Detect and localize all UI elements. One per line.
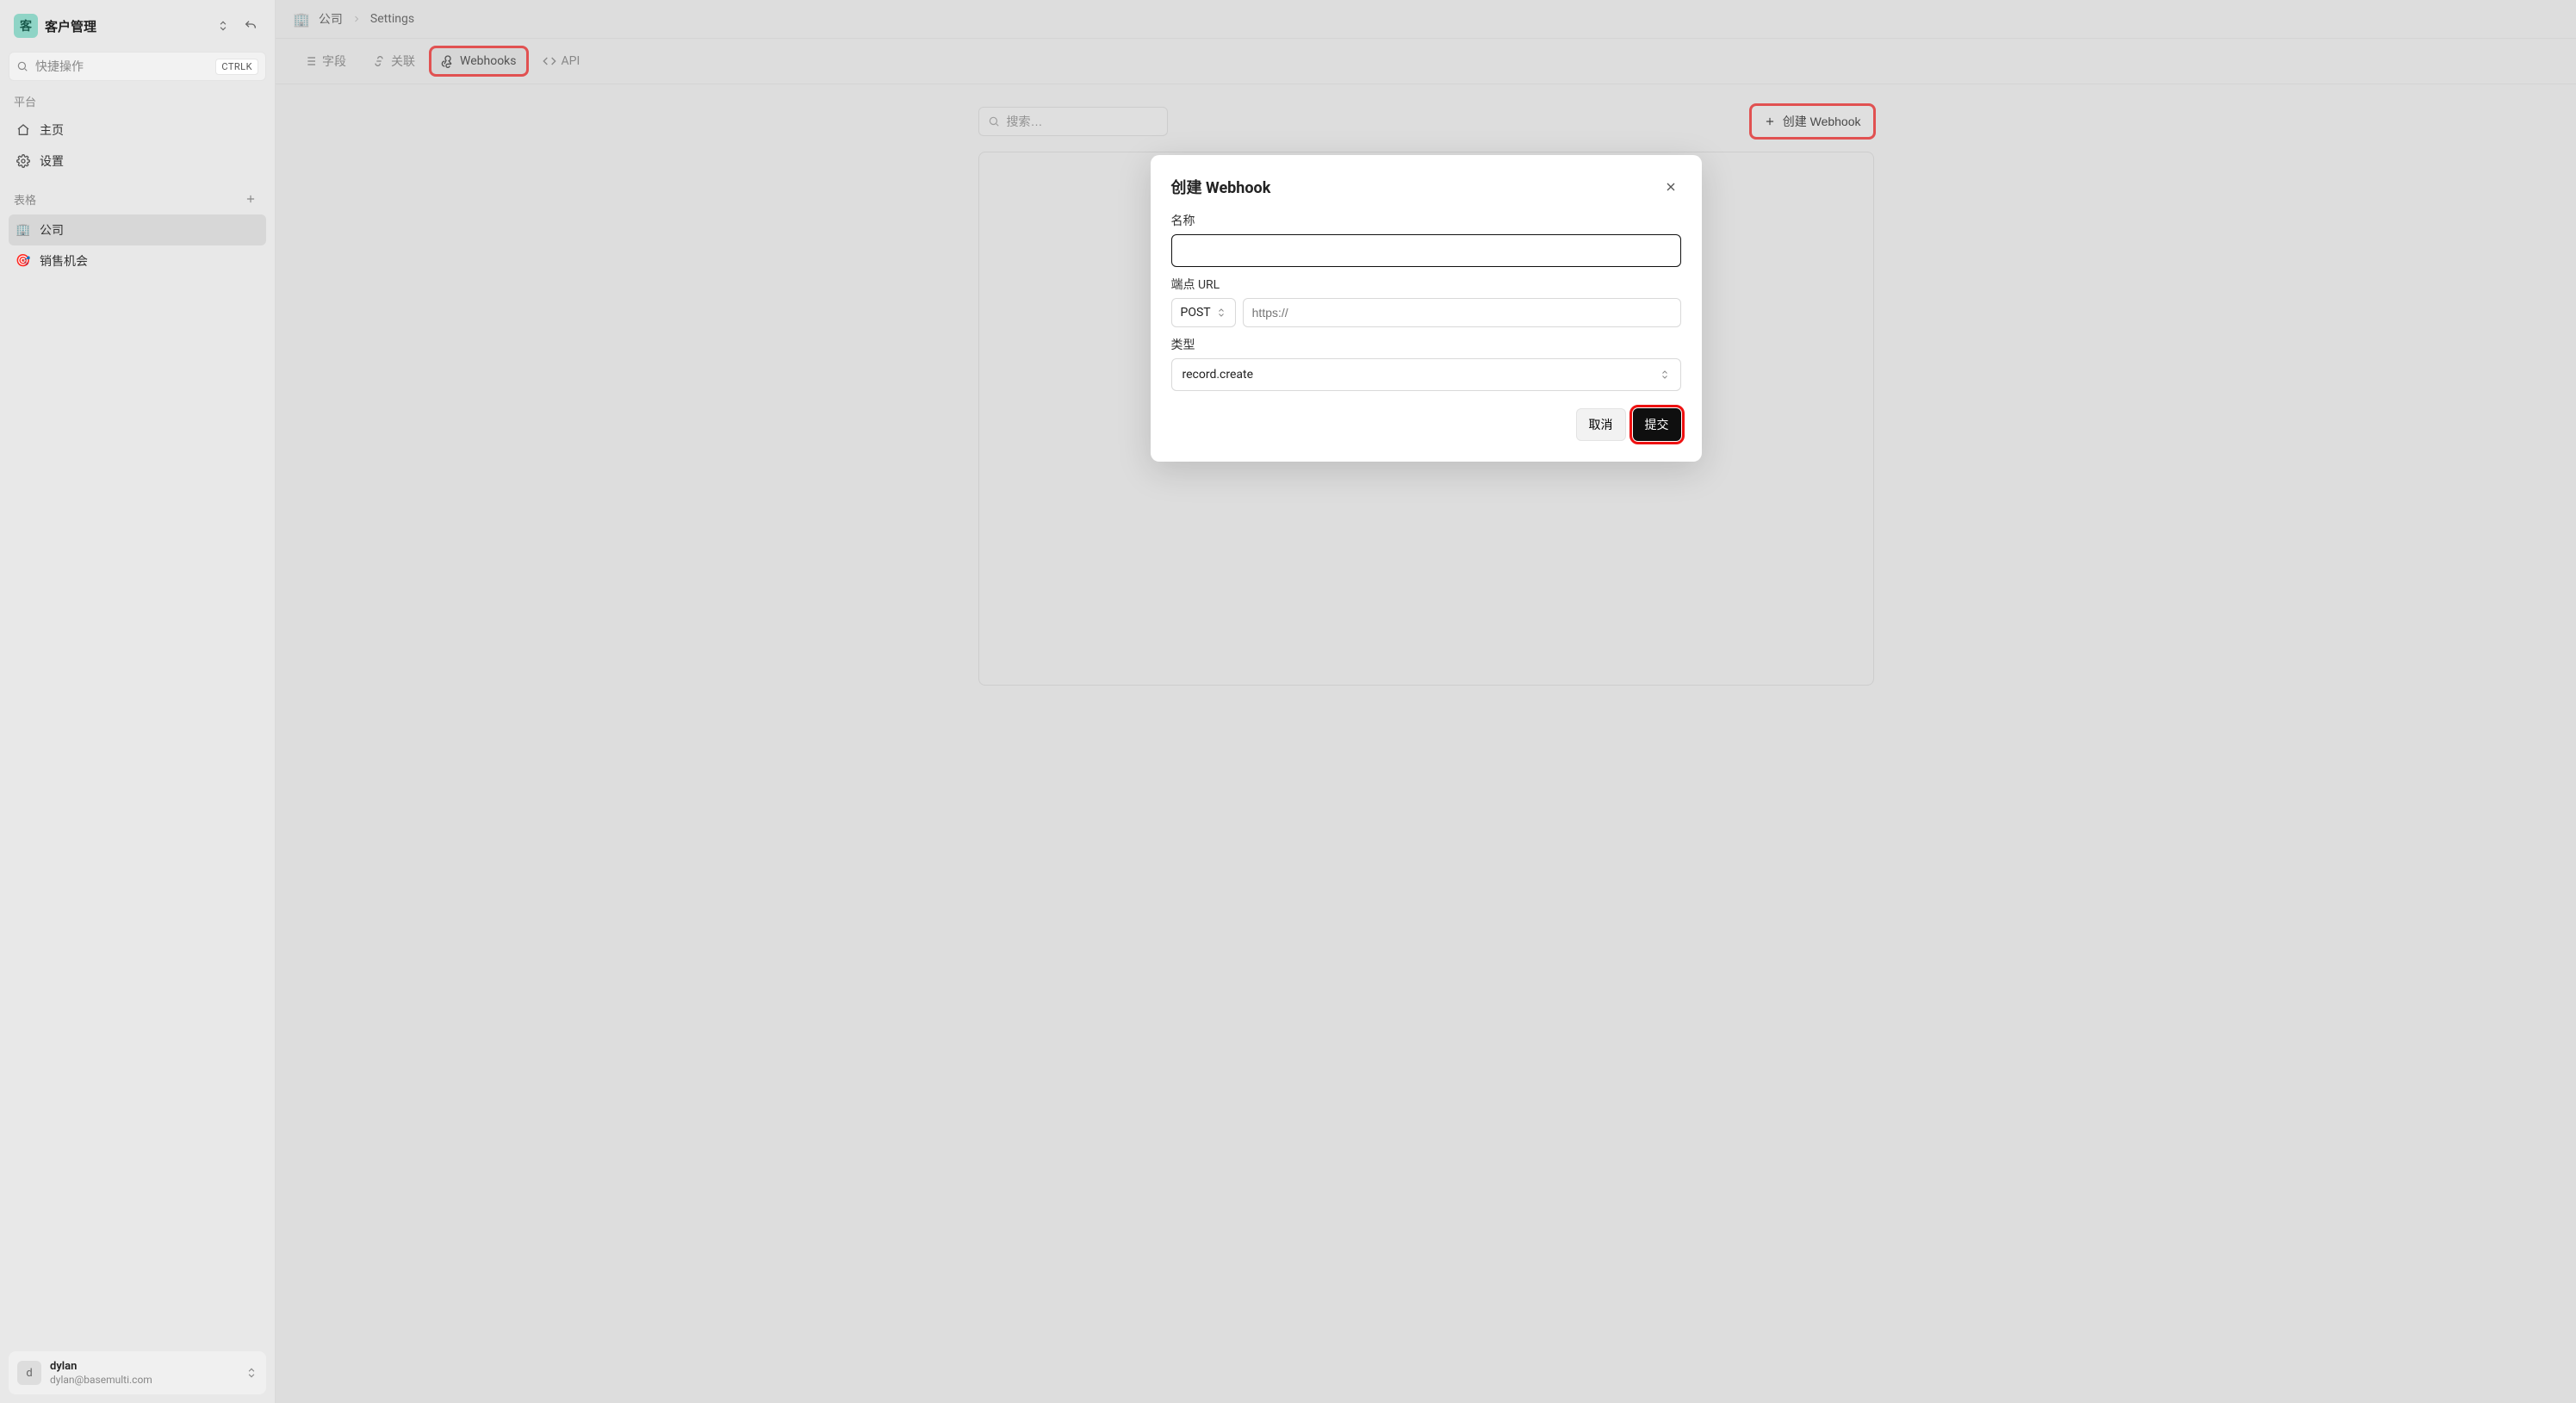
- field-type-label: 类型: [1171, 336, 1681, 353]
- sidebar-table-opportunity[interactable]: 🎯 销售机会: [9, 245, 266, 276]
- settings-tabs: 字段 关联 Webhooks API: [276, 39, 2576, 84]
- breadcrumb-item[interactable]: 公司: [319, 10, 343, 28]
- main: 🏢 公司 Settings 字段 关联 Webhooks API: [276, 0, 2576, 1403]
- button-label: 创建 Webhook: [1783, 113, 1861, 130]
- sidebar-item-label: 主页: [40, 121, 64, 139]
- sidebar-section-tables: 表格: [14, 191, 36, 208]
- chevron-up-down-icon: [245, 1367, 258, 1379]
- modal-title: 创建 Webhook: [1171, 176, 1271, 198]
- breadcrumb-item: Settings: [370, 12, 414, 26]
- gear-icon: [16, 153, 31, 169]
- webhook-type-select[interactable]: record.create: [1171, 358, 1681, 391]
- endpoint-url-input[interactable]: [1243, 298, 1681, 327]
- quick-action-placeholder: 快捷操作: [35, 58, 208, 75]
- close-icon[interactable]: [1660, 177, 1681, 197]
- user-avatar: d: [17, 1361, 41, 1385]
- sidebar-table-company[interactable]: 🏢 公司: [9, 214, 266, 245]
- code-icon: [543, 54, 556, 68]
- home-icon: [16, 122, 31, 138]
- quick-action-shortcut: CTRLK: [215, 59, 258, 75]
- sidebar-section-platform: 平台: [9, 81, 266, 115]
- sidebar-item-home[interactable]: 主页: [9, 115, 266, 146]
- chevron-up-down-icon: [1216, 307, 1226, 318]
- field-endpoint-label: 端点 URL: [1171, 276, 1681, 293]
- chevron-right-icon: [351, 14, 362, 24]
- sidebar-item-settings[interactable]: 设置: [9, 146, 266, 177]
- cancel-button[interactable]: 取消: [1576, 408, 1626, 441]
- webhook-search-input[interactable]: [1007, 115, 1158, 128]
- list-icon: [303, 54, 317, 68]
- building-icon: 🏢: [293, 11, 310, 28]
- webhook-type-value: record.create: [1182, 368, 1254, 382]
- link-icon: [372, 54, 386, 68]
- tab-fields[interactable]: 字段: [293, 46, 357, 77]
- tab-label: API: [562, 54, 580, 68]
- field-name-label: 名称: [1171, 212, 1681, 229]
- tab-relations[interactable]: 关联: [362, 46, 425, 77]
- tab-label: Webhooks: [460, 54, 517, 68]
- user-info: dylan dylan@basemulti.com: [50, 1360, 237, 1386]
- tab-webhooks[interactable]: Webhooks: [431, 47, 527, 75]
- tab-label: 关联: [391, 53, 415, 70]
- create-webhook-modal: 创建 Webhook 名称 端点 URL POST 类型: [1151, 155, 1702, 462]
- webhook-icon: [441, 54, 455, 68]
- user-name: dylan: [50, 1360, 237, 1374]
- plus-icon: [1764, 115, 1776, 127]
- workspace-title: 客户管理: [45, 17, 206, 35]
- search-icon: [988, 115, 1000, 127]
- webhook-name-input[interactable]: [1171, 234, 1681, 267]
- building-icon: 🏢: [16, 222, 31, 238]
- workspace-avatar: 客: [14, 14, 38, 38]
- sidebar: 客 客户管理 快捷操作 CTRLK 平台 主页: [0, 0, 276, 1403]
- breadcrumb: 🏢 公司 Settings: [276, 0, 2576, 39]
- webhook-search[interactable]: [978, 107, 1168, 136]
- user-email: dylan@basemulti.com: [50, 1374, 237, 1386]
- http-method-select[interactable]: POST: [1171, 298, 1236, 327]
- quick-action-search[interactable]: 快捷操作 CTRLK: [9, 52, 266, 81]
- sidebar-item-label: 公司: [40, 221, 64, 239]
- submit-button[interactable]: 提交: [1633, 408, 1681, 441]
- target-icon: 🎯: [16, 253, 31, 269]
- add-table-button[interactable]: [240, 189, 261, 209]
- sidebar-item-label: 销售机会: [40, 252, 88, 270]
- workspace-switch-icon[interactable]: [213, 16, 233, 36]
- tab-label: 字段: [322, 53, 346, 70]
- http-method-value: POST: [1181, 306, 1211, 320]
- chevron-up-down-icon: [1660, 369, 1670, 380]
- sidebar-item-label: 设置: [40, 152, 64, 170]
- create-webhook-button[interactable]: 创建 Webhook: [1751, 105, 1874, 138]
- search-icon: [16, 60, 28, 72]
- tab-api[interactable]: API: [532, 47, 591, 75]
- workspace-header: 客 客户管理: [9, 9, 266, 43]
- undo-icon[interactable]: [240, 16, 261, 36]
- user-card[interactable]: d dylan dylan@basemulti.com: [9, 1351, 266, 1394]
